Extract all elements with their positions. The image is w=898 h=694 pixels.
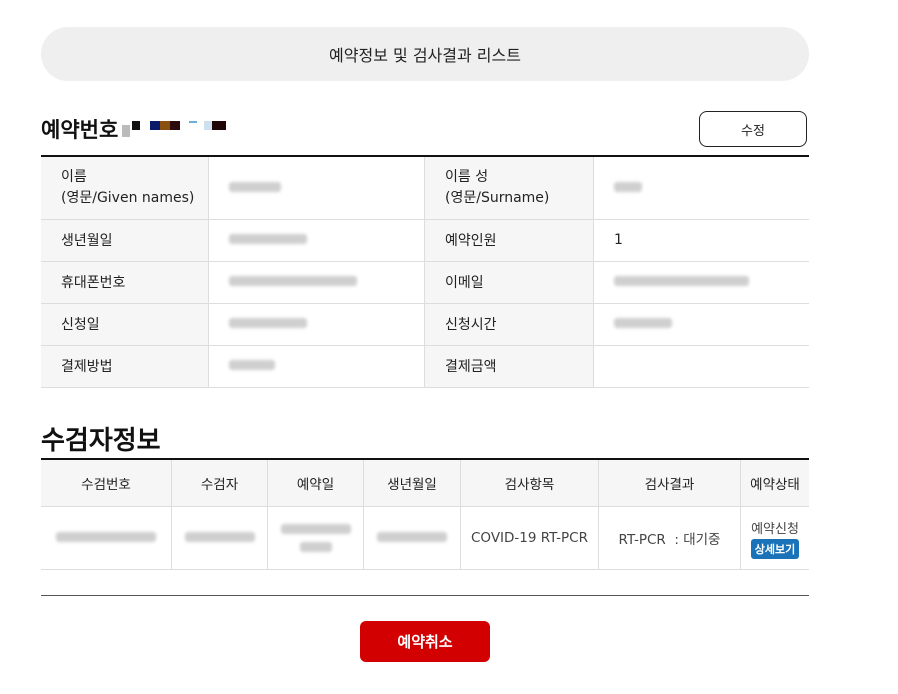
birthdate-cell (363, 506, 461, 570)
detail-view-button[interactable]: 상세보기 (750, 538, 800, 559)
birthdate-value (208, 219, 425, 262)
col-reservation-date: 예약일 (267, 459, 364, 507)
payment-method-label: 결제방법 (41, 345, 209, 388)
apply-date-value (208, 303, 425, 346)
phone-label: 휴대폰번호 (41, 261, 209, 304)
apply-date-label: 신청일 (41, 303, 209, 346)
given-name-label: 이름 (영문/Given names) (41, 156, 209, 220)
email-value (593, 261, 809, 304)
page-title: 예약정보 및 검사결과 리스트 (329, 46, 521, 65)
col-test-result: 검사결과 (598, 459, 741, 507)
table-row: 휴대폰번호 이메일 (41, 261, 809, 304)
phone-value (208, 261, 425, 304)
redacted-reservation-number (120, 120, 227, 137)
payment-amount-value (593, 345, 809, 388)
email-label: 이메일 (424, 261, 594, 304)
table-row: 이름 (영문/Given names) 이름 성 (영문/Surname) (41, 156, 809, 220)
examinee-table: 수검번호 수검자 예약일 생년월일 검사항목 검사결과 예약상태 COVID-1… (41, 458, 809, 570)
given-name-value (208, 156, 425, 220)
surname-label: 이름 성 (영문/Surname) (424, 156, 594, 220)
col-exam-number: 수검번호 (41, 459, 172, 507)
status-cell: 예약신청 상세보기 (740, 506, 809, 570)
status-text: 예약신청 (751, 521, 799, 537)
apply-time-label: 신청시간 (424, 303, 594, 346)
test-result-cell: RT-PCR : 대기중 (598, 506, 741, 570)
exam-number-cell (41, 506, 172, 570)
table-row: COVID-19 RT-PCR RT-PCR : 대기중 예약신청 상세보기 (41, 506, 809, 570)
col-status: 예약상태 (740, 459, 809, 507)
party-size-value: 1 (593, 219, 809, 262)
reservation-number-label: 예약번호 (41, 118, 119, 142)
table-row: 신청일 신청시간 (41, 303, 809, 346)
payment-amount-label: 결제금액 (424, 345, 594, 388)
party-size-label: 예약인원 (424, 219, 594, 262)
birthdate-label: 생년월일 (41, 219, 209, 262)
cancel-reservation-button[interactable]: 예약취소 (360, 621, 490, 662)
test-item-cell: COVID-19 RT-PCR (460, 506, 599, 570)
reservation-date-cell (267, 506, 364, 570)
table-row: 생년월일 예약인원 1 (41, 219, 809, 262)
col-test-item: 검사항목 (460, 459, 599, 507)
reservation-info-table: 이름 (영문/Given names) 이름 성 (영문/Surname) 생년… (41, 155, 809, 388)
table-row: 결제방법 결제금액 (41, 345, 809, 388)
examinee-info-heading: 수검자정보 (41, 426, 161, 456)
surname-value (593, 156, 809, 220)
col-examinee: 수검자 (171, 459, 268, 507)
examinee-cell (171, 506, 268, 570)
payment-method-value (208, 345, 425, 388)
divider (41, 595, 809, 596)
reservation-number-heading: 예약번호 (41, 114, 227, 144)
page-header: 예약정보 및 검사결과 리스트 (41, 27, 809, 81)
apply-time-value (593, 303, 809, 346)
edit-button[interactable]: 수정 (699, 111, 807, 147)
table-header-row: 수검번호 수검자 예약일 생년월일 검사항목 검사결과 예약상태 (41, 459, 809, 507)
col-birthdate: 생년월일 (363, 459, 461, 507)
